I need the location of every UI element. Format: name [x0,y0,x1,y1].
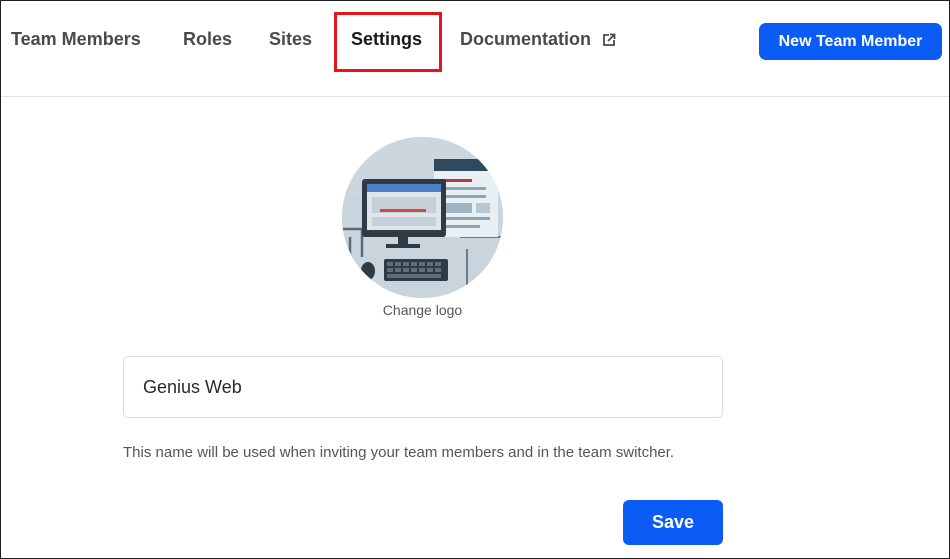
top-nav: Team Members Roles Sites Settings Docume… [1,1,949,97]
computer-illustration-icon [342,137,503,298]
tab-sites[interactable]: Sites [269,29,312,50]
team-name-helper-text: This name will be used when inviting you… [123,444,675,461]
tab-roles[interactable]: Roles [183,29,232,50]
tab-documentation[interactable]: Documentation [460,29,616,50]
external-link-icon [603,33,616,46]
change-logo-link[interactable]: Change logo [300,302,545,318]
settings-tab-highlight [334,12,442,72]
save-button[interactable]: Save [623,500,723,545]
team-logo[interactable] [342,137,503,298]
team-name-input[interactable] [123,356,723,418]
new-team-member-button[interactable]: New Team Member [759,23,942,60]
tab-team-members[interactable]: Team Members [11,29,141,50]
tab-documentation-label: Documentation [460,29,592,49]
